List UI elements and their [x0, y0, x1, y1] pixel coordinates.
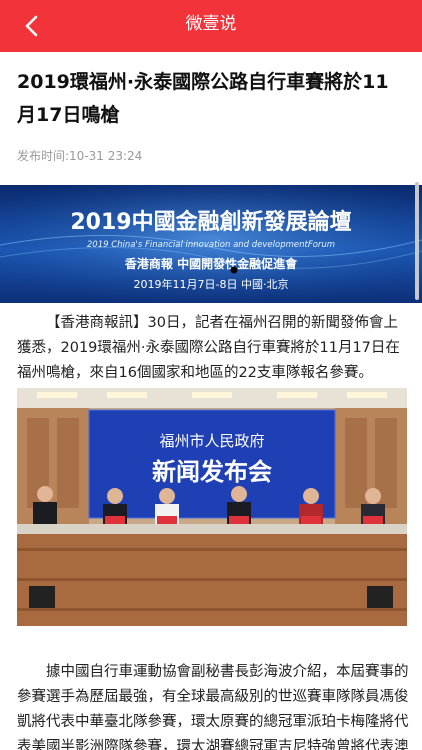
article-content[interactable]: 2019環福州·永泰國際公路自行車賽將於11月17日鳴槍 发布时间:10-31 … — [0, 52, 422, 750]
publish-time: 发布时间:10-31 23:24 — [17, 149, 143, 163]
banner-subtitle-en: 2019 China's Financial innovation and de… — [87, 240, 335, 250]
backdrop-line1: 福州市人民政府 — [159, 432, 264, 450]
article-body-paragraph: 據中國自行車運動協會副秘書長彭海波介紹，本屆賽事的參賽選手為歷屆最強，有全球最高… — [17, 664, 409, 750]
article-title: 2019環福州·永泰國際公路自行車賽將於11月17日鳴槍 — [17, 71, 389, 126]
banner-title: 2019中國金融創新發展論壇 — [70, 209, 351, 235]
forum-banner-image: 2019中國金融創新發展論壇 2019 China's Financial in… — [0, 185, 422, 303]
banner-organizers: 香港商報 中國開發性金融促進會 — [124, 256, 298, 271]
scroll-indicator[interactable] — [415, 182, 419, 300]
banner-date-location: 2019年11月7日-8日 中國·北京 — [134, 277, 289, 291]
backdrop-line2: 新闻发布会 — [152, 457, 272, 486]
top-navigation-bar: 微壹说 — [0, 0, 422, 52]
press-conference-photo: 福州市人民政府 新闻发布会 — [17, 388, 407, 626]
page-title: 微壹说 — [185, 14, 237, 34]
article-lead-paragraph: 【香港商報訊】30日，記者在福州召開的新聞發佈會上獲悉，2019環福州·永泰國際… — [17, 315, 400, 381]
